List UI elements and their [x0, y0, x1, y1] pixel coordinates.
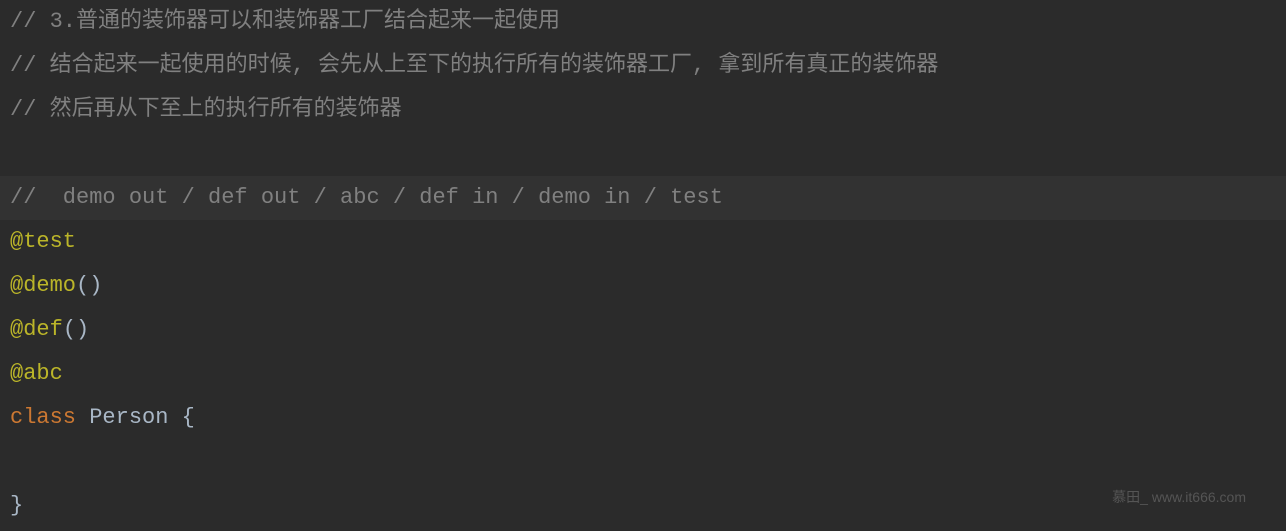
open-brace: {: [168, 405, 194, 430]
comment-text: // 结合起来一起使用的时候, 会先从上至下的执行所有的装饰器工厂, 拿到所有真…: [10, 53, 938, 78]
decorator-at: @demo: [10, 273, 76, 298]
code-line-comment: // 结合起来一起使用的时候, 会先从上至下的执行所有的装饰器工厂, 拿到所有真…: [0, 44, 1286, 88]
code-line-decorator: @def(): [0, 308, 1286, 352]
comment-text: // demo out / def out / abc / def in / d…: [10, 185, 723, 210]
decorator-at: @def: [10, 317, 63, 342]
code-line-blank: [0, 440, 1286, 484]
keyword-class: class: [10, 405, 76, 430]
code-line-comment: // 然后再从下至上的执行所有的装饰器: [0, 88, 1286, 132]
decorator-call: (): [63, 317, 89, 342]
code-line-class: class Person {: [0, 396, 1286, 440]
watermark-text: 慕田_ www.it666.com: [1112, 475, 1246, 519]
code-line-decorator: @abc: [0, 352, 1286, 396]
decorator-at: @test: [10, 229, 76, 254]
code-line-active: // demo out / def out / abc / def in / d…: [0, 176, 1286, 220]
decorator-call: (): [76, 273, 102, 298]
comment-text: // 然后再从下至上的执行所有的装饰器: [10, 97, 402, 122]
code-line-close: }: [0, 484, 1286, 528]
code-line-decorator: @test: [0, 220, 1286, 264]
code-line-decorator: @demo(): [0, 264, 1286, 308]
close-brace: }: [10, 493, 23, 518]
code-line-blank: [0, 132, 1286, 176]
code-line-comment: // 3.普通的装饰器可以和装饰器工厂结合起来一起使用: [0, 0, 1286, 44]
comment-text: // 3.普通的装饰器可以和装饰器工厂结合起来一起使用: [10, 9, 560, 34]
class-name: Person: [89, 405, 168, 430]
code-editor[interactable]: // 3.普通的装饰器可以和装饰器工厂结合起来一起使用 // 结合起来一起使用的…: [0, 0, 1286, 528]
decorator-at: @abc: [10, 361, 63, 386]
